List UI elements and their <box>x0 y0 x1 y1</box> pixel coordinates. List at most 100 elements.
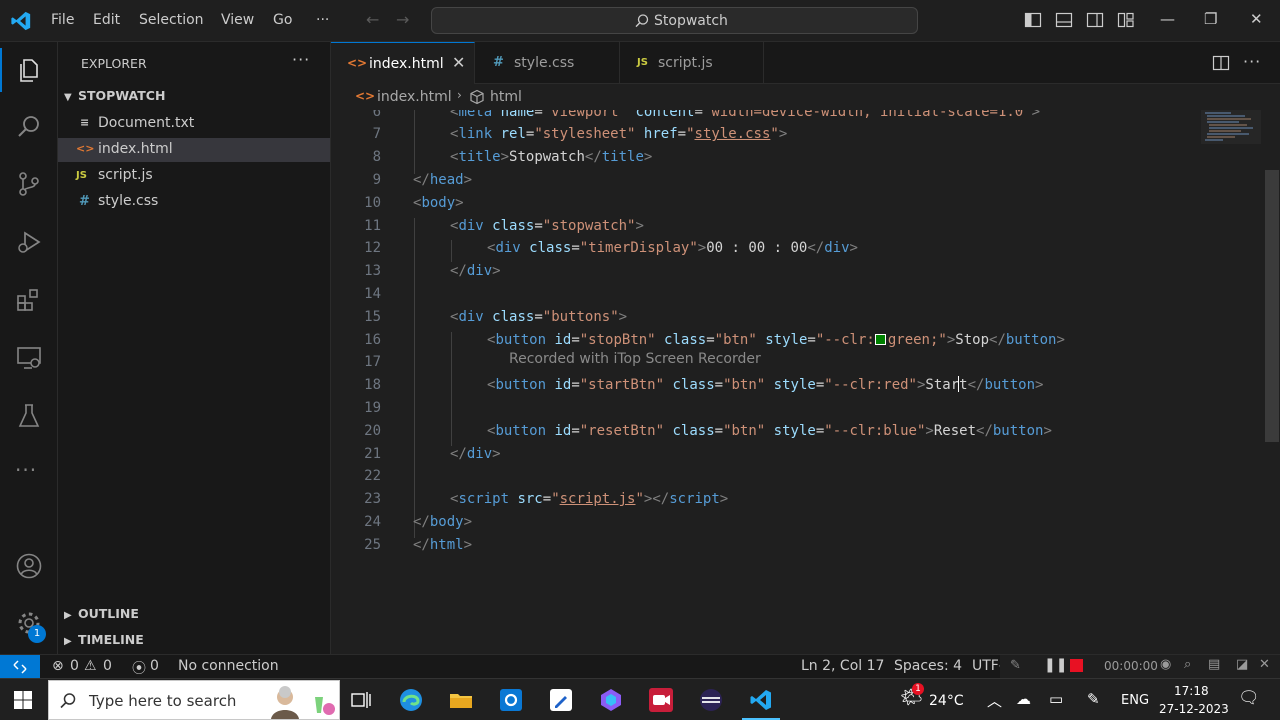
html-file-icon: <> <box>355 89 376 103</box>
code-line-8: <title>Stopwatch</title> <box>450 149 653 165</box>
clock-date[interactable]: 27-12-2023 <box>1159 702 1229 716</box>
weather-temperature[interactable]: 24°C <box>929 693 964 709</box>
activity-bar: ··· 1 <box>0 42 58 654</box>
line-number: 12 <box>364 240 381 256</box>
breadcrumb-node[interactable]: html <box>490 89 522 105</box>
search-icon <box>60 693 76 709</box>
notifications-icon[interactable]: 🗨 <box>1238 688 1260 708</box>
toggle-secondary-sidebar-icon[interactable] <box>1086 11 1104 29</box>
menu-more[interactable]: ··· <box>316 12 329 28</box>
outlook-icon[interactable] <box>498 687 524 713</box>
back-arrow-icon[interactable]: ← <box>366 10 379 29</box>
editor-app-icon[interactable] <box>548 687 574 713</box>
command-center-label: Stopwatch <box>654 13 728 29</box>
restore-icon[interactable]: ❐ <box>1204 10 1217 28</box>
ports-count[interactable]: 0 <box>150 658 159 674</box>
line-number: 6 <box>372 110 381 120</box>
comment-icon[interactable]: ▤ <box>1208 657 1220 672</box>
close-window-icon[interactable]: ✕ <box>1250 10 1263 28</box>
windows-start-icon[interactable] <box>14 691 32 709</box>
copilot-icon[interactable] <box>598 687 624 713</box>
errors-count[interactable]: 0 <box>70 658 79 674</box>
folder-header-stopwatch[interactable]: ▼ STOPWATCH <box>64 88 165 103</box>
tab-index-html[interactable]: <> index.html ✕ <box>331 42 475 84</box>
search-icon[interactable] <box>15 113 43 141</box>
explorer-files-icon[interactable] <box>15 56 43 84</box>
menu-go[interactable]: Go <box>273 12 292 28</box>
menu-view[interactable]: View <box>221 12 254 28</box>
menu-selection[interactable]: Selection <box>139 12 204 28</box>
file-explorer-icon[interactable] <box>448 687 474 713</box>
edge-browser-icon[interactable] <box>398 687 424 713</box>
cursor-position[interactable]: Ln 2, Col 17 <box>801 658 884 674</box>
taskbar-search-box[interactable]: Type here to search <box>48 680 340 720</box>
line-number: 8 <box>372 149 381 165</box>
minimize-icon[interactable]: — <box>1160 10 1175 28</box>
customize-layout-icon[interactable] <box>1117 11 1135 29</box>
timeline-section-header[interactable]: ▶ TIMELINE <box>64 632 144 647</box>
warnings-icon[interactable]: ⚠ <box>84 658 97 674</box>
file-item-style-css[interactable]: # style.css <box>58 190 330 214</box>
testing-flask-icon[interactable] <box>15 402 43 430</box>
minimap[interactable] <box>1201 110 1261 150</box>
remote-explorer-icon[interactable] <box>15 344 43 372</box>
accounts-icon[interactable] <box>15 552 43 580</box>
pen-tray-icon[interactable]: ✎ <box>1087 690 1100 708</box>
errors-icon[interactable]: ⊗ <box>52 658 64 674</box>
forward-arrow-icon[interactable]: → <box>396 10 409 29</box>
line-number: 18 <box>364 377 381 393</box>
source-control-icon[interactable] <box>15 170 43 198</box>
remote-indicator-button[interactable] <box>0 655 40 679</box>
menu-file[interactable]: File <box>51 12 74 28</box>
eclipse-ide-icon[interactable] <box>698 687 724 713</box>
tab-label: script.js <box>658 55 713 71</box>
cloud-sync-icon[interactable]: ☁ <box>1016 690 1031 708</box>
active-indicator <box>0 48 2 92</box>
show-hidden-icons-icon[interactable]: ︿ <box>987 690 1002 711</box>
connection-status[interactable]: No connection <box>178 658 279 674</box>
breadcrumb-file[interactable]: index.html <box>377 89 452 105</box>
line-number: 9 <box>372 172 381 188</box>
battery-icon[interactable]: ▭ <box>1049 690 1063 708</box>
zoom-icon[interactable]: ⌕ <box>1184 657 1191 672</box>
code-line-24: </body> <box>413 514 473 530</box>
stop-record-icon[interactable] <box>1070 659 1083 672</box>
outline-section-header[interactable]: ▶ OUTLINE <box>64 606 139 621</box>
vertical-scrollbar[interactable] <box>1265 170 1279 442</box>
pause-icon[interactable]: ❚❚ <box>1044 657 1067 673</box>
warnings-count[interactable]: 0 <box>103 658 112 674</box>
close-recorder-icon[interactable]: ✕ <box>1259 657 1270 672</box>
split-editor-icon[interactable] <box>1212 54 1230 72</box>
menu-edit[interactable]: Edit <box>93 12 120 28</box>
toggle-panel-icon[interactable] <box>1055 11 1073 29</box>
file-item-index-html[interactable]: <> index.html <box>58 138 330 162</box>
extensions-icon[interactable] <box>15 286 43 314</box>
close-tab-icon[interactable]: ✕ <box>452 53 465 72</box>
html-element-cube-icon <box>470 89 484 105</box>
explorer-more-icon[interactable]: ··· <box>292 50 310 69</box>
draw-icon[interactable]: ◪ <box>1236 657 1248 672</box>
toggle-sidebar-icon[interactable] <box>1024 11 1042 29</box>
ports-icon[interactable]: ⦿ <box>132 658 146 678</box>
run-debug-icon[interactable] <box>15 228 43 256</box>
file-item-document[interactable]: ≡ Document.txt <box>58 112 330 136</box>
editor-more-actions-icon[interactable]: ··· <box>1243 52 1261 71</box>
screen-recorder-app-icon[interactable] <box>648 687 674 713</box>
command-center-search[interactable]: Stopwatch <box>431 7 918 34</box>
green-color-swatch-icon[interactable] <box>874 334 886 345</box>
line-number: 7 <box>372 126 381 142</box>
code-line-12: <div class="timerDisplay">00 : 00 : 00</… <box>487 240 858 256</box>
camera-icon[interactable]: ◉ <box>1160 657 1171 672</box>
indentation-setting[interactable]: Spaces: 4 <box>894 658 962 674</box>
tab-script-js[interactable]: JS script.js <box>620 42 764 84</box>
tab-style-css[interactable]: # style.css <box>475 42 620 84</box>
code-editor[interactable]: 6 7 8 9 10 11 12 13 14 15 16 17 18 19 20… <box>331 110 1280 654</box>
input-language[interactable]: ENG <box>1121 693 1149 708</box>
more-views-icon[interactable]: ··· <box>15 458 43 486</box>
file-item-script-js[interactable]: JS script.js <box>58 164 330 188</box>
clock-time[interactable]: 17:18 <box>1174 684 1209 698</box>
explorer-sidebar: EXPLORER ··· ▼ STOPWATCH ≡ Document.txt <… <box>58 42 331 654</box>
pen-icon[interactable]: ✎ <box>1010 658 1021 673</box>
task-view-icon[interactable] <box>348 687 374 713</box>
vscode-taskbar-icon[interactable] <box>748 687 774 713</box>
